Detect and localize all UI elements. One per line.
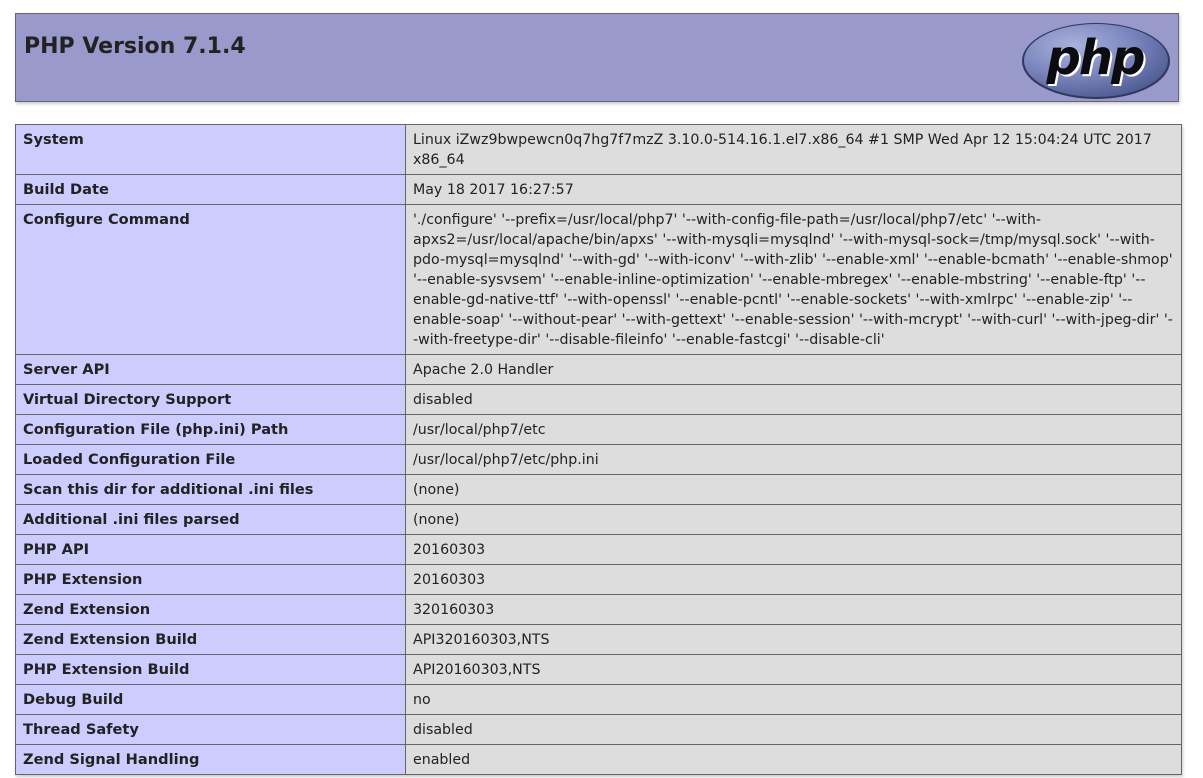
row-value: (none) xyxy=(405,504,1182,535)
row-key: Zend Extension Build xyxy=(15,624,406,655)
row-value: 20160303 xyxy=(405,564,1182,595)
table-row: Server API Apache 2.0 Handler xyxy=(15,354,1182,385)
page-title: PHP Version 7.1.4 xyxy=(24,34,246,59)
row-key: Build Date xyxy=(15,174,406,205)
table-row: Configuration File (php.ini) Path/usr/lo… xyxy=(15,414,1182,445)
table-row: Loaded Configuration File/usr/local/php7… xyxy=(15,444,1182,475)
table-row: PHP API 20160303 xyxy=(15,534,1182,565)
table-row: PHP Extension 20160303 xyxy=(15,564,1182,595)
table-row: Build Date May 18 2017 16:27:57 xyxy=(15,174,1182,205)
row-value: API20160303,NTS xyxy=(405,654,1182,685)
row-value: Linux iZwz9bwpewcn0q7hg7f7mzZ 3.10.0-514… xyxy=(405,124,1182,175)
row-key: Virtual Directory Support xyxy=(15,384,406,415)
row-value: 20160303 xyxy=(405,534,1182,565)
row-value: './configure' '--prefix=/usr/local/php7'… xyxy=(405,204,1182,355)
table-row: Configure Command './configure' '--prefix… xyxy=(15,204,1182,355)
row-value: 320160303 xyxy=(405,594,1182,625)
row-value: May 18 2017 16:27:57 xyxy=(405,174,1182,205)
table-row: PHP Extension Build API20160303,NTS xyxy=(15,654,1182,685)
row-value: enabled xyxy=(405,744,1182,775)
row-value: (none) xyxy=(405,474,1182,505)
row-value: Apache 2.0 Handler xyxy=(405,354,1182,385)
php-version-header: PHP Version 7.1.4 php php xyxy=(15,13,1179,102)
table-row: Additional .ini files parsed (none) xyxy=(15,504,1182,535)
row-key: Configuration File (php.ini) Path xyxy=(15,414,406,445)
php-info-table: System Linux iZwz9bwpewcn0q7hg7f7mzZ 3.10… xyxy=(15,124,1182,775)
php-logo-icon[interactable]: php php xyxy=(1020,21,1172,101)
table-row: Zend Extension 320160303 xyxy=(15,594,1182,625)
row-key: Scan this dir for additional .ini files xyxy=(15,474,406,505)
table-row: System Linux iZwz9bwpewcn0q7hg7f7mzZ 3.10… xyxy=(15,124,1182,175)
row-key: System xyxy=(15,124,406,175)
row-value: disabled xyxy=(405,714,1182,745)
row-key: Thread Safety xyxy=(15,714,406,745)
row-key: PHP Extension xyxy=(15,564,406,595)
table-row: Debug Build no xyxy=(15,684,1182,715)
row-value: API320160303,NTS xyxy=(405,624,1182,655)
row-value: no xyxy=(405,684,1182,715)
row-value: /usr/local/php7/etc/php.ini xyxy=(405,444,1182,475)
row-key: Additional .ini files parsed xyxy=(15,504,406,535)
table-row: Virtual Directory Support disabled xyxy=(15,384,1182,415)
table-row: Thread Safety disabled xyxy=(15,714,1182,745)
row-key: Zend Extension xyxy=(15,594,406,625)
row-key: Zend Signal Handling xyxy=(15,744,406,775)
table-row: Zend Extension Build API320160303,NTS xyxy=(15,624,1182,655)
row-key: Debug Build xyxy=(15,684,406,715)
php-logo-text-main: php xyxy=(1046,30,1145,86)
row-value: disabled xyxy=(405,384,1182,415)
row-key: Configure Command xyxy=(15,204,406,355)
row-key: Server API xyxy=(15,354,406,385)
row-value: /usr/local/php7/etc xyxy=(405,414,1182,445)
table-row: Scan this dir for additional .ini files(… xyxy=(15,474,1182,505)
row-key: PHP API xyxy=(15,534,406,565)
row-key: Loaded Configuration File xyxy=(15,444,406,475)
row-key: PHP Extension Build xyxy=(15,654,406,685)
table-row: Zend Signal Handling enabled xyxy=(15,744,1182,775)
